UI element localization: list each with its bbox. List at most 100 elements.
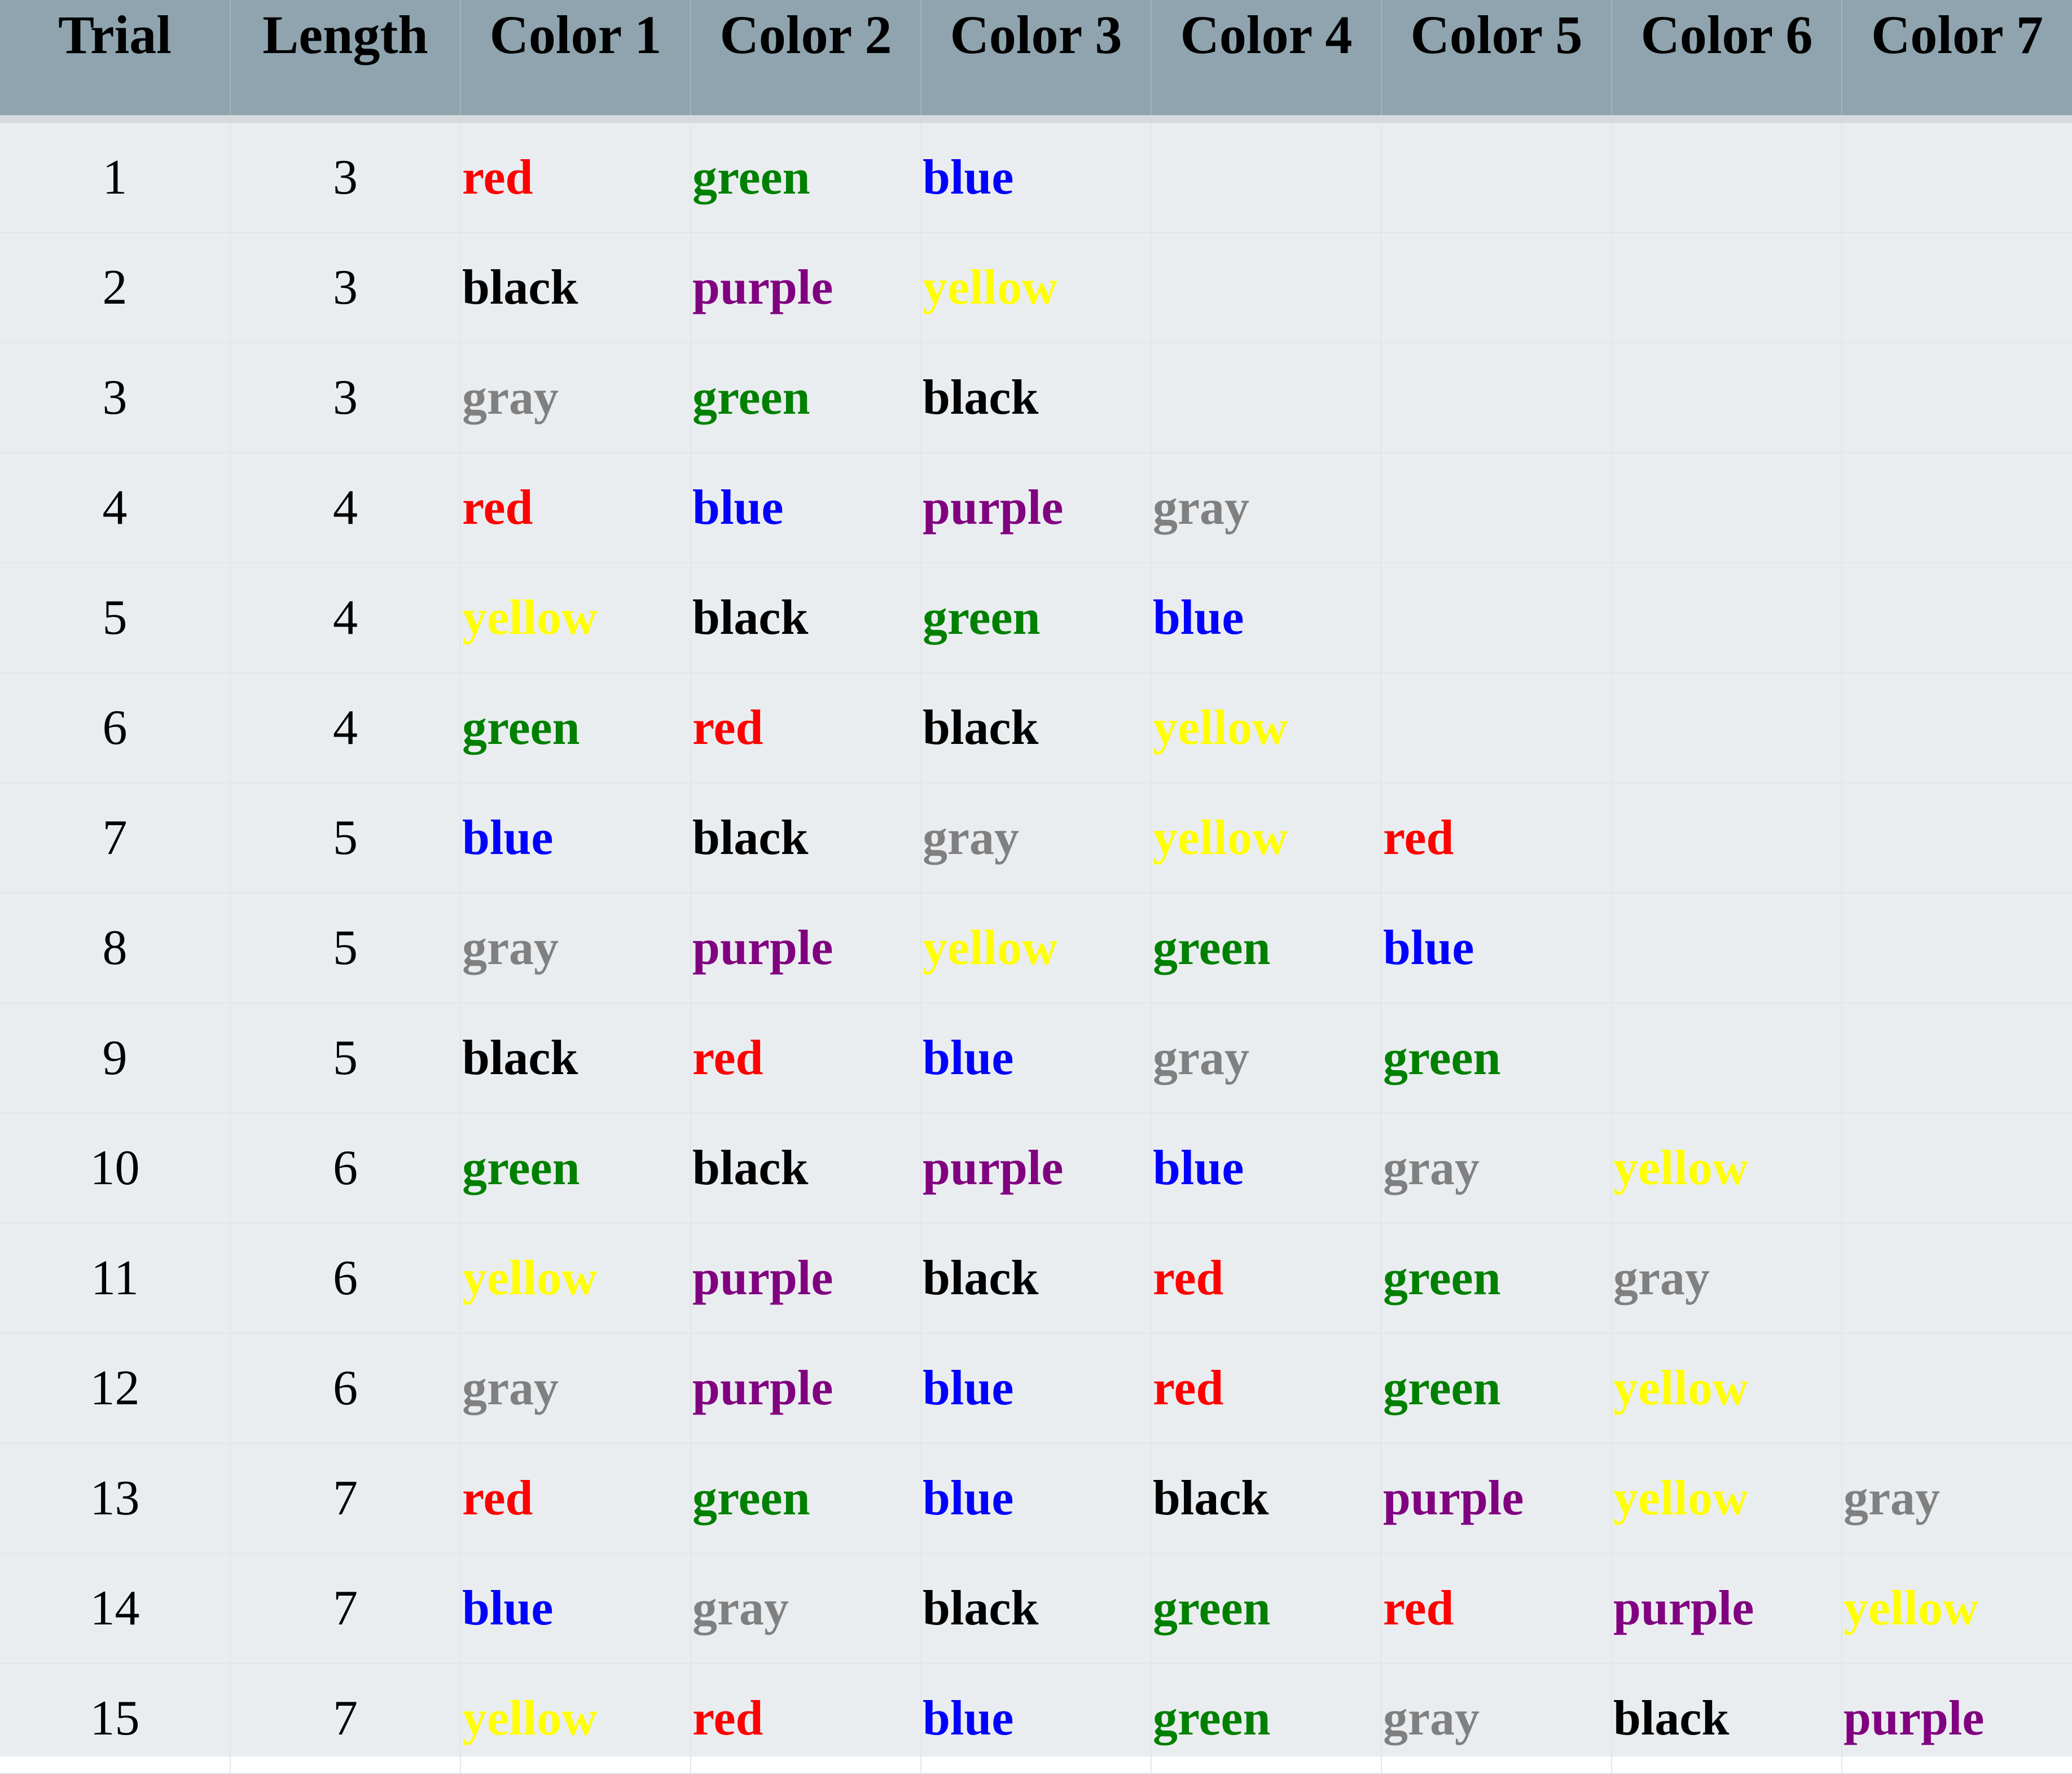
color-word-cell: gray xyxy=(460,1333,691,1444)
table-row: 4 4 red blue purple gray xyxy=(0,453,2072,563)
empty-cell xyxy=(1381,233,1612,343)
color-word-cell: yellow xyxy=(921,233,1152,343)
color-word-cell: yellow xyxy=(460,1663,691,1774)
empty-cell xyxy=(1842,783,2072,893)
color-word-cell: green xyxy=(1381,1223,1612,1334)
length-cell: 3 xyxy=(230,233,461,343)
empty-cell xyxy=(1612,453,1842,563)
color-word-cell: gray xyxy=(460,343,691,453)
color-word-cell: red xyxy=(460,453,691,563)
color-word-cell: gray xyxy=(1381,1113,1612,1224)
header-color-6: Color 6 xyxy=(1612,0,1842,123)
header-color-1: Color 1 xyxy=(460,0,691,123)
color-word-cell: green xyxy=(460,1113,691,1224)
color-sequence-table: Trial Length Color 1 Color 2 Color 3 Col… xyxy=(0,0,2072,1774)
color-word-cell: purple xyxy=(691,893,921,1004)
color-word-cell: yellow xyxy=(921,893,1152,1004)
header-length: Length xyxy=(230,0,461,123)
header-color-4: Color 4 xyxy=(1151,0,1382,123)
trial-cell: 13 xyxy=(0,1443,231,1554)
length-cell: 5 xyxy=(230,783,461,893)
color-word-cell: green xyxy=(691,1443,921,1554)
color-word-cell: red xyxy=(691,673,921,783)
length-cell: 5 xyxy=(230,1003,461,1114)
empty-cell xyxy=(1842,453,2072,563)
empty-cell xyxy=(1842,893,2072,1004)
color-word-cell: yellow xyxy=(1612,1443,1842,1554)
color-word-cell: gray xyxy=(460,893,691,1004)
color-word-cell: green xyxy=(460,673,691,783)
color-word-cell: green xyxy=(691,343,921,453)
empty-cell xyxy=(1842,1113,2072,1224)
length-cell: 3 xyxy=(230,119,461,233)
trial-cell: 8 xyxy=(0,893,231,1004)
empty-cell xyxy=(1842,233,2072,343)
color-word-cell: red xyxy=(460,1443,691,1554)
color-word-cell: green xyxy=(1381,1333,1612,1444)
color-word-cell: green xyxy=(1381,1003,1612,1114)
table-row: 11 6 yellow purple black red green gray xyxy=(0,1223,2072,1334)
empty-cell xyxy=(1612,1003,1842,1114)
color-word-cell: yellow xyxy=(1842,1553,2072,1664)
table-row: 12 6 gray purple blue red green yellow xyxy=(0,1333,2072,1444)
color-word-cell: black xyxy=(1612,1663,1842,1774)
color-word-cell: green xyxy=(691,119,921,233)
color-word-cell: blue xyxy=(460,783,691,893)
color-word-cell: black xyxy=(460,1003,691,1114)
empty-cell xyxy=(1842,343,2072,453)
color-word-cell: black xyxy=(691,783,921,893)
empty-cell xyxy=(1612,783,1842,893)
color-word-cell: red xyxy=(1151,1333,1382,1444)
color-word-cell: gray xyxy=(921,783,1152,893)
header-color-3: Color 3 xyxy=(921,0,1152,123)
table-header: Trial Length Color 1 Color 2 Color 3 Col… xyxy=(0,0,2072,123)
color-word-cell: yellow xyxy=(1151,783,1382,893)
length-cell: 6 xyxy=(230,1113,461,1224)
color-word-cell: yellow xyxy=(1151,673,1382,783)
empty-cell xyxy=(1381,343,1612,453)
color-word-cell: gray xyxy=(1612,1223,1842,1334)
empty-cell xyxy=(1612,563,1842,673)
color-word-cell: red xyxy=(1151,1223,1382,1334)
table-row: 6 4 green red black yellow xyxy=(0,673,2072,783)
trial-cell: 9 xyxy=(0,1003,231,1114)
length-cell: 6 xyxy=(230,1333,461,1444)
trial-cell: 11 xyxy=(0,1223,231,1334)
empty-cell xyxy=(1381,453,1612,563)
color-word-cell: black xyxy=(1151,1443,1382,1554)
trial-cell: 5 xyxy=(0,563,231,673)
color-word-cell: purple xyxy=(921,453,1152,563)
empty-cell xyxy=(1842,563,2072,673)
empty-cell xyxy=(1381,673,1612,783)
color-word-cell: black xyxy=(691,563,921,673)
table-row: 7 5 blue black gray yellow red xyxy=(0,783,2072,893)
empty-cell xyxy=(1842,119,2072,233)
empty-cell xyxy=(1842,673,2072,783)
color-word-cell: red xyxy=(691,1003,921,1114)
color-word-cell: blue xyxy=(921,1003,1152,1114)
color-word-cell: gray xyxy=(1151,453,1382,563)
empty-cell xyxy=(1842,1333,2072,1444)
header-color-7: Color 7 xyxy=(1842,0,2072,123)
color-word-cell: red xyxy=(1381,783,1612,893)
color-word-cell: green xyxy=(1151,1553,1382,1664)
header-row: Trial Length Color 1 Color 2 Color 3 Col… xyxy=(0,0,2072,123)
color-word-cell: green xyxy=(1151,893,1382,1004)
color-word-cell: black xyxy=(921,1223,1152,1334)
length-cell: 6 xyxy=(230,1223,461,1334)
table-row: 15 7 yellow red blue green gray black purple xyxy=(0,1663,2072,1774)
color-word-cell: yellow xyxy=(1612,1113,1842,1224)
length-cell: 3 xyxy=(230,343,461,453)
color-word-cell: blue xyxy=(691,453,921,563)
color-word-cell: purple xyxy=(691,1333,921,1444)
empty-cell xyxy=(1842,1223,2072,1334)
length-cell: 4 xyxy=(230,453,461,563)
color-word-cell: gray xyxy=(1381,1663,1612,1774)
empty-cell xyxy=(1612,233,1842,343)
empty-cell xyxy=(1842,1003,2072,1114)
color-word-cell: blue xyxy=(1381,893,1612,1004)
table-row: 10 6 green black purple blue gray yellow xyxy=(0,1113,2072,1224)
length-cell: 4 xyxy=(230,563,461,673)
color-word-cell: purple xyxy=(691,233,921,343)
empty-cell xyxy=(1612,343,1842,453)
